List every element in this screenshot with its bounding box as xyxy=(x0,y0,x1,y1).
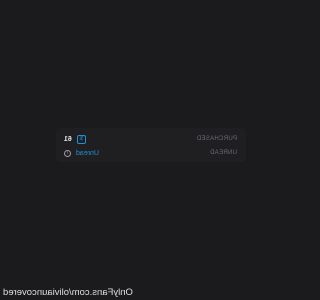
unread-label: UNREAD xyxy=(209,150,237,156)
purchase-tag-icon: $ xyxy=(76,134,86,144)
purchased-row: PURCHASED $ 61 xyxy=(64,133,237,145)
watermark: OnlyFans.com/oliviauncovered xyxy=(3,287,133,298)
unread-link-group[interactable]: Unread i xyxy=(64,149,99,157)
unread-link[interactable]: Unread xyxy=(76,150,99,157)
unread-row: UNREAD Unread i xyxy=(64,147,237,159)
purchased-label: PURCHASED xyxy=(196,136,237,142)
info-icon: i xyxy=(64,149,71,157)
page: PURCHASED $ 61 UNREAD Unread i OnlyFans.… xyxy=(0,0,300,300)
purchased-count: 61 xyxy=(64,135,72,143)
summary-card: PURCHASED $ 61 UNREAD Unread i xyxy=(56,128,246,162)
purchased-value-group[interactable]: $ 61 xyxy=(64,134,86,144)
